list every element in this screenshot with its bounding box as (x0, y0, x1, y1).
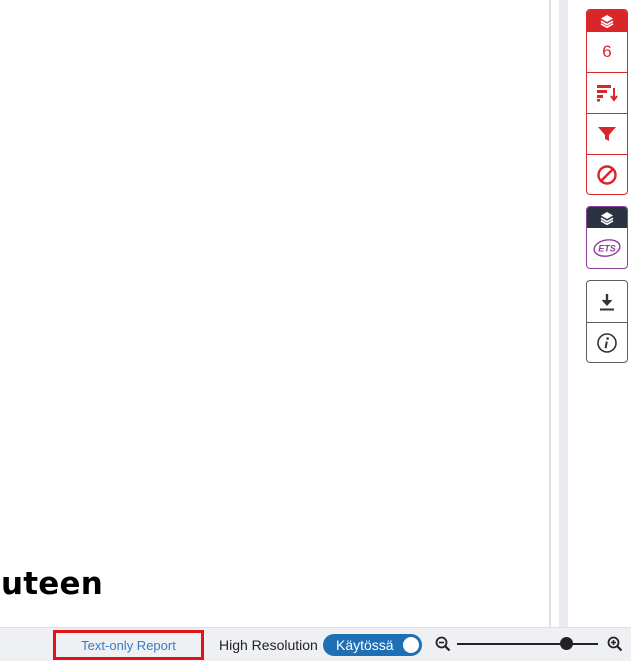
zoom-slider-handle[interactable] (560, 637, 574, 650)
high-resolution-toggle[interactable]: Käytössä (323, 634, 422, 656)
tools-panel (586, 280, 628, 363)
text-only-report-button[interactable]: Text-only Report (53, 630, 204, 660)
document-text: uteen (1, 566, 104, 602)
layers-header-button[interactable] (587, 10, 627, 31)
block-icon (597, 165, 617, 185)
filter-icon (598, 127, 616, 141)
viewer-divider (549, 0, 551, 627)
sort-icon (597, 85, 618, 102)
filter-button[interactable] (587, 113, 627, 154)
sort-button[interactable] (587, 72, 627, 113)
bottom-toolbar: Text-only Report High Resolution Käytöss… (0, 627, 631, 661)
match-group-panel: 6 (586, 9, 628, 195)
info-icon (597, 333, 617, 353)
layers-icon (600, 14, 614, 28)
zoom-out-icon[interactable] (434, 635, 452, 653)
layers-icon (600, 211, 614, 225)
ets-logo-icon: ETS (593, 239, 621, 257)
info-button[interactable] (587, 322, 627, 362)
download-icon (600, 293, 614, 310)
document-viewer: uteen (0, 0, 549, 627)
ets-layers-header-button[interactable] (587, 207, 627, 228)
download-button[interactable] (587, 281, 627, 322)
high-resolution-toggle-label: Käytössä (336, 637, 394, 653)
ets-button[interactable]: ETS (587, 228, 627, 268)
match-count[interactable]: 6 (587, 31, 627, 72)
vertical-scrollbar[interactable] (559, 0, 568, 627)
zoom-in-icon[interactable] (606, 635, 624, 653)
ets-panel: ETS (586, 206, 628, 269)
exclude-button[interactable] (587, 154, 627, 194)
zoom-slider[interactable] (457, 643, 598, 645)
high-resolution-label: High Resolution (219, 637, 318, 653)
ets-logo-text: ETS (598, 244, 616, 254)
toggle-knob (403, 637, 419, 653)
